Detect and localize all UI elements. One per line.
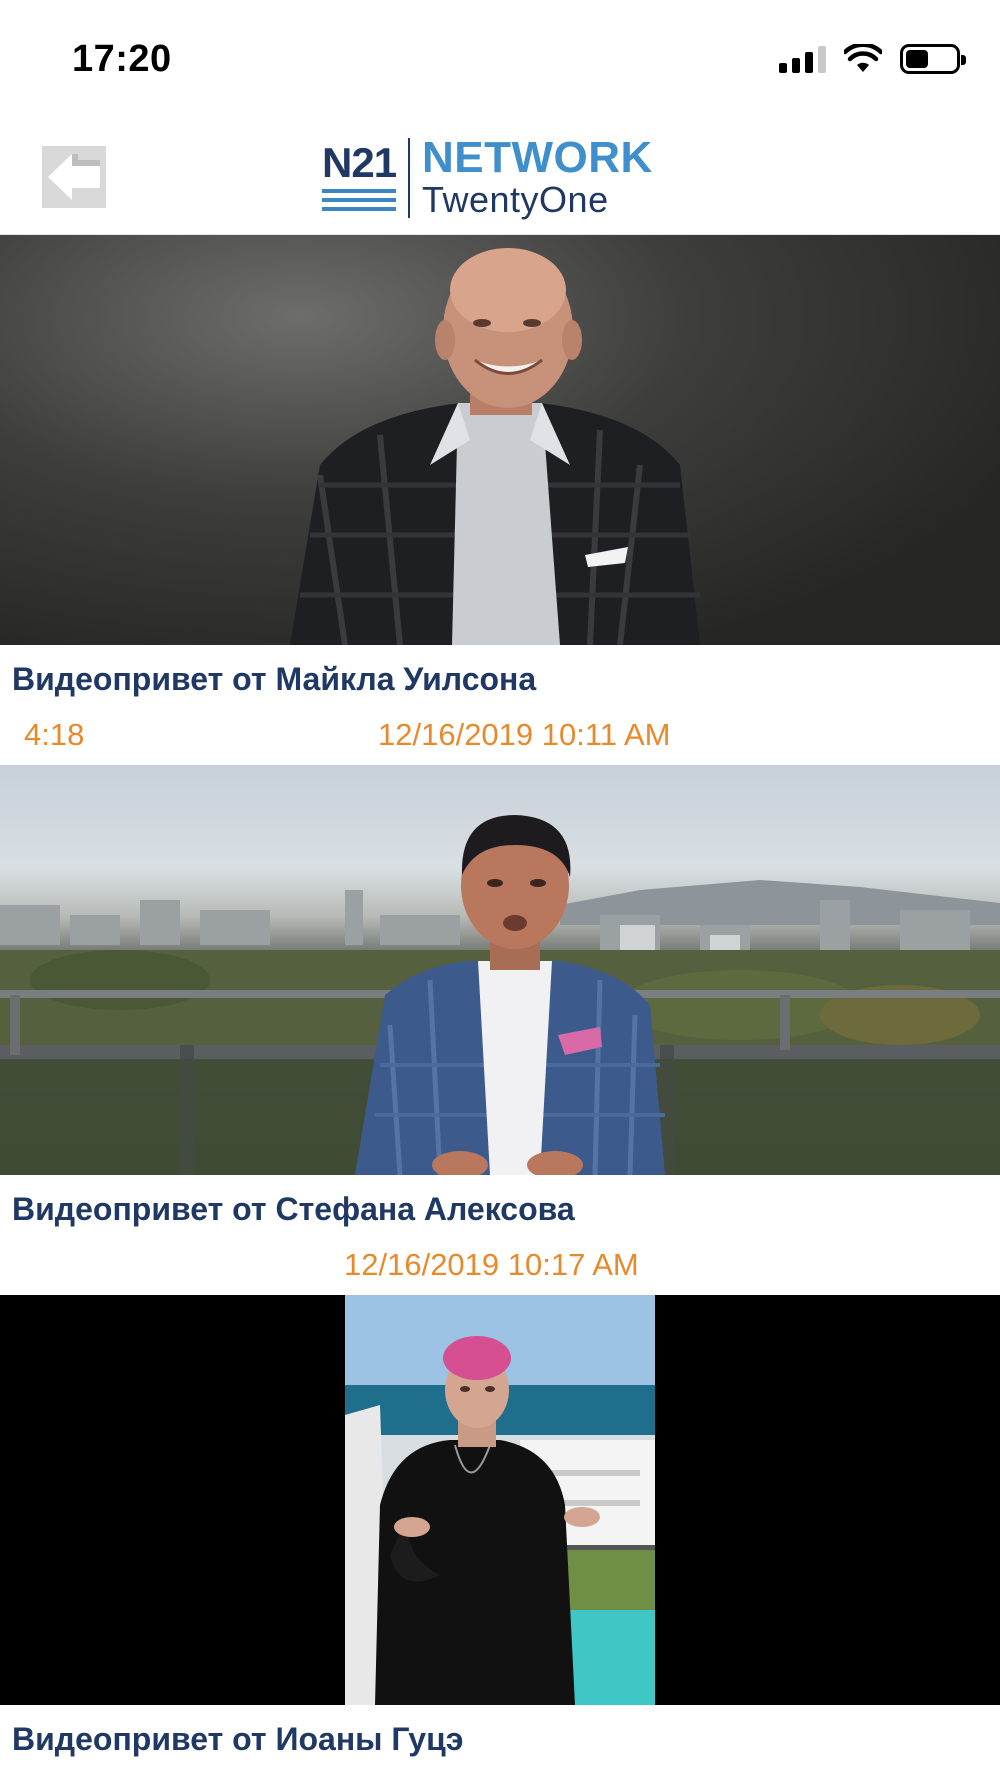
- video-title[interactable]: Видеопривет от Майкла Уилсона: [12, 645, 988, 707]
- video-thumbnail[interactable]: [0, 1295, 1000, 1705]
- video-meta: 4:18 12/16/2019 10:11 AM: [12, 707, 988, 765]
- video-caption: Видеопривет от Майкла Уилсона 4:18 12/16…: [0, 645, 1000, 765]
- logo-mark: N21: [322, 138, 398, 216]
- video-meta: 12/16/2019 10:17 AM: [12, 1237, 988, 1295]
- logo-stripes: [322, 188, 398, 216]
- thumbnail-image: [290, 248, 700, 645]
- video-date: 12/16/2019 10:17 AM: [344, 1247, 639, 1282]
- logo-wordmark: NETWORK TwentyOne: [422, 136, 653, 220]
- video-thumbnail[interactable]: [0, 235, 1000, 645]
- video-duration: 4:18: [24, 717, 85, 752]
- cellular-signal-icon: [779, 45, 826, 73]
- status-bar: 17:20: [0, 0, 1000, 120]
- battery-icon: [900, 44, 966, 74]
- video-date: 12/16/2019 10:11 AM: [378, 717, 671, 752]
- video-title[interactable]: Видеопривет от Иоаны Гуцэ: [12, 1705, 988, 1767]
- wifi-icon: [844, 44, 882, 72]
- logo-twentyone-text: TwentyOne: [422, 179, 609, 220]
- video-card[interactable]: Видеопривет от Майкла Уилсона 4:18 12/16…: [0, 235, 1000, 765]
- back-arrow-icon: [42, 146, 106, 208]
- status-icons: [779, 44, 966, 74]
- brand-logo: N21 NETWORK TwentyOne: [322, 132, 653, 224]
- video-feed: Видеопривет от Майкла Уилсона 4:18 12/16…: [0, 235, 1000, 1767]
- video-card[interactable]: Видеопривет от Стефана Алексова 12/16/20…: [0, 765, 1000, 1295]
- logo-network-text: NETWORK: [422, 133, 653, 182]
- logo-divider: [408, 138, 410, 218]
- logo-mark-text: N21: [322, 138, 397, 186]
- back-button[interactable]: [42, 146, 106, 208]
- app-header: N21 NETWORK TwentyOne: [0, 120, 1000, 235]
- thumbnail-image: [0, 815, 1000, 1175]
- video-caption: Видеопривет от Стефана Алексова 12/16/20…: [0, 1175, 1000, 1295]
- video-caption: Видеопривет от Иоаны Гуцэ: [0, 1705, 1000, 1767]
- video-title[interactable]: Видеопривет от Стефана Алексова: [12, 1175, 988, 1237]
- video-card[interactable]: Видеопривет от Иоаны Гуцэ: [0, 1295, 1000, 1767]
- video-thumbnail[interactable]: [0, 765, 1000, 1175]
- thumbnail-image: [345, 1295, 655, 1705]
- status-time: 17:20: [72, 38, 172, 80]
